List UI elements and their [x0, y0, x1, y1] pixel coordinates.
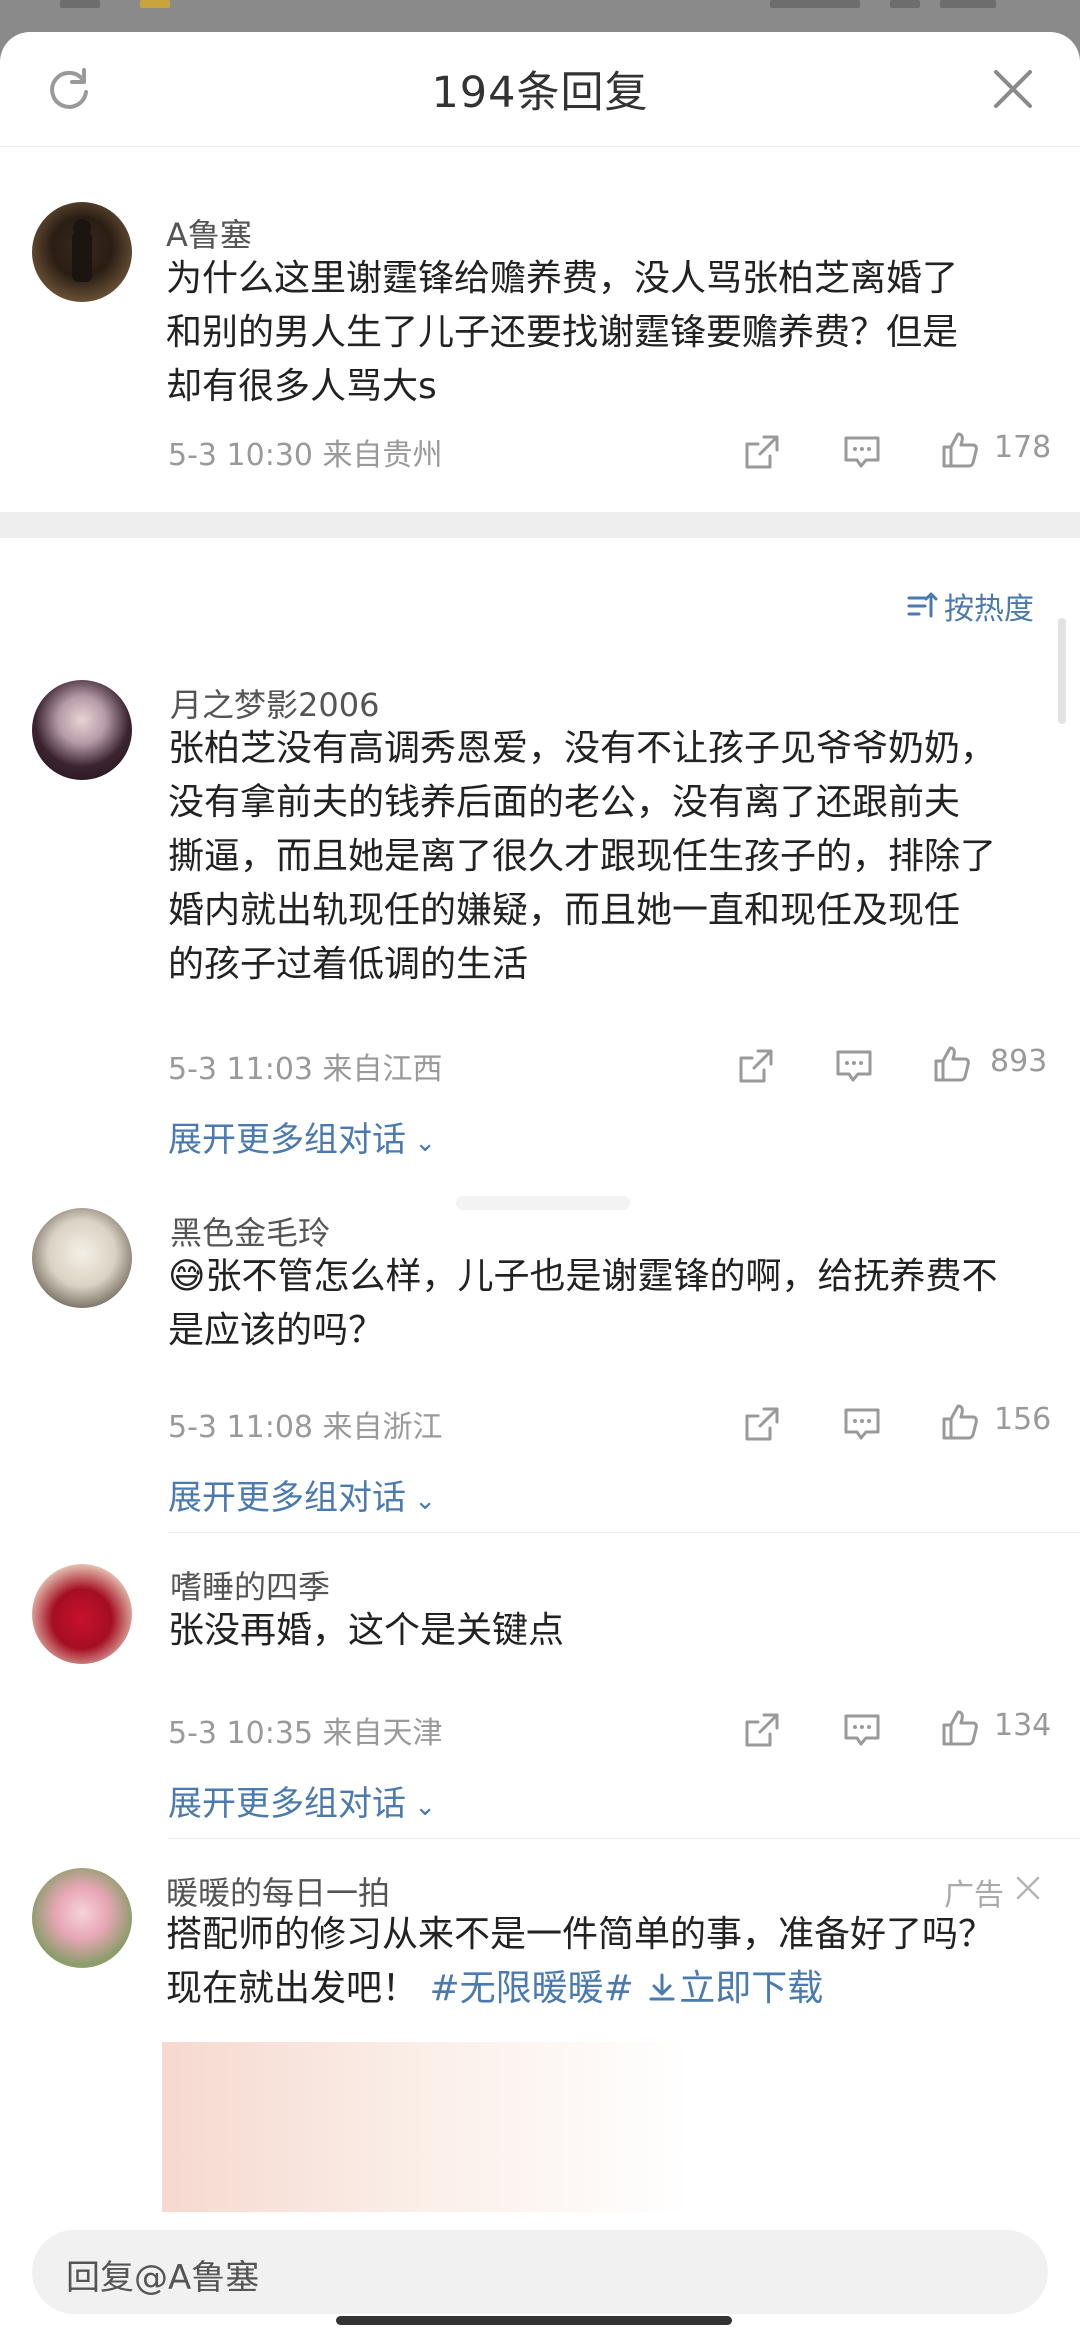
chevron-down-icon: ⌄: [406, 1486, 437, 1516]
status-bar: [0, 0, 1080, 32]
reply-input[interactable]: 回复@A鲁塞: [32, 2230, 1048, 2314]
like-count: 156: [994, 1402, 1052, 1437]
comment-line: 张柏芝没有高调秀恩爱，没有不让孩子见爷爷奶奶，: [168, 728, 997, 769]
username[interactable]: A鲁塞: [166, 210, 252, 256]
comment-text: 张没再婚，这个是关键点: [168, 1604, 1068, 1658]
like-count: 178: [994, 430, 1052, 465]
avatar[interactable]: [32, 1564, 132, 1664]
comment-line: 撕逼，而且她是离了很久才跟现任生孩子的，排除了: [168, 836, 997, 877]
avatar-figure-icon: [72, 219, 92, 282]
comment-meta: 5-3 11:08 来自浙江: [168, 1410, 443, 1445]
username[interactable]: 黑色金毛玲: [170, 1208, 330, 1254]
like-icon[interactable]: [940, 1708, 980, 1748]
download-icon: [649, 1973, 675, 2001]
expand-conversation-link[interactable]: 展开更多组对话 ⌄: [168, 1470, 436, 1519]
ad-text: 搭配师的修习从来不是一件简单的事，准备好了吗？ 现在就出发吧！ #无限暖暖# 立…: [166, 1908, 1066, 2016]
avatar[interactable]: [32, 202, 132, 302]
comment-line: 婚内就出轨现任的嫌疑，而且她一直和现任及现任: [168, 890, 961, 931]
close-icon[interactable]: [992, 68, 1034, 110]
comment-icon[interactable]: [842, 432, 882, 472]
wifi-icon: [890, 0, 920, 8]
page-title: 194条回复: [431, 68, 649, 118]
comment-line: 为什么这里谢霆锋给赡养费，没人骂张柏芝离婚了: [166, 258, 959, 299]
comment-meta: 5-3 11:03 来自江西: [168, 1052, 443, 1087]
username[interactable]: 月之梦影2006: [170, 680, 379, 726]
like-icon[interactable]: [940, 1402, 980, 1442]
share-icon[interactable]: [742, 432, 782, 472]
signal-icon: [770, 0, 860, 8]
chevron-down-icon: ⌄: [406, 1792, 437, 1822]
replies-sheet: 194条回复 A鲁塞 为什么这里谢霆锋给赡养费，没人骂张柏芝离婚了 和别的男人生…: [0, 32, 1080, 2341]
status-emoji-fragment: [140, 0, 170, 8]
comment-meta: 5-3 10:35 来自天津: [168, 1716, 443, 1751]
comment-text: 张柏芝没有高调秀恩爱，没有不让孩子见爷爷奶奶， 没有拿前夫的钱养后面的老公，没有…: [168, 722, 1068, 992]
home-indicator[interactable]: [336, 2316, 732, 2325]
battery-icon: [940, 0, 996, 8]
avatar[interactable]: [32, 1868, 132, 1968]
expand-label: 展开更多组对话: [168, 1478, 406, 1518]
ad-line: 现在就出发吧！ #无限暖暖# 立即下载: [166, 1962, 1066, 2016]
status-time-fragment: [60, 0, 100, 8]
expand-conversation-link[interactable]: 展开更多组对话 ⌄: [168, 1776, 436, 1825]
comment-icon[interactable]: [842, 1710, 882, 1750]
sheet-header: 194条回复: [0, 32, 1080, 147]
expand-label: 展开更多组对话: [168, 1120, 406, 1160]
section-gap: [0, 512, 1080, 538]
like-count: 134: [994, 1708, 1052, 1743]
divider: [168, 1532, 1080, 1533]
share-icon[interactable]: [742, 1404, 782, 1444]
sort-icon[interactable]: [906, 588, 940, 622]
comment-line: 张没再婚，这个是关键点: [168, 1610, 565, 1651]
like-icon[interactable]: [932, 1044, 972, 1084]
comment-icon[interactable]: [834, 1046, 874, 1086]
chevron-down-icon: ⌄: [406, 1128, 437, 1158]
expand-conversation-link[interactable]: 展开更多组对话 ⌄: [168, 1112, 436, 1161]
download-link[interactable]: 立即下载: [645, 1968, 823, 2009]
sort-by-hot-button[interactable]: 按热度: [944, 584, 1034, 628]
share-icon[interactable]: [742, 1710, 782, 1750]
share-icon[interactable]: [736, 1046, 776, 1086]
ad-line: 搭配师的修习从来不是一件简单的事，准备好了吗？: [166, 1914, 995, 1955]
ad-line-text: 现在就出发吧！: [166, 1968, 419, 2009]
username[interactable]: 嗜睡的四季: [170, 1562, 330, 1608]
scrollbar[interactable]: [1058, 618, 1066, 724]
like-count: 893: [990, 1044, 1048, 1079]
comment-line: 没有拿前夫的钱养后面的老公，没有离了还跟前夫: [168, 782, 961, 823]
comment-line: 😅张不管怎么样，儿子也是谢霆锋的啊，给抚养费不: [168, 1256, 998, 1297]
comment-icon[interactable]: [842, 1404, 882, 1444]
avatar[interactable]: [32, 1208, 132, 1308]
comment-text: 😅张不管怎么样，儿子也是谢霆锋的啊，给抚养费不 是应该的吗？: [168, 1250, 1068, 1358]
reply-placeholder: 回复@A鲁塞: [66, 2258, 260, 2298]
loading-placeholder: [456, 1196, 630, 1210]
expand-label: 展开更多组对话: [168, 1784, 406, 1824]
download-label: 立即下载: [679, 1968, 824, 2009]
ad-image[interactable]: [162, 2042, 1042, 2212]
comment-line: 是应该的吗？: [168, 1310, 385, 1351]
avatar[interactable]: [32, 680, 132, 780]
comment-meta: 5-3 10:30 来自贵州: [168, 438, 443, 473]
comment-line: 却有很多人骂大s: [166, 366, 437, 407]
comment-line: 和别的男人生了儿子还要找谢霆锋要赡养费？但是: [166, 312, 959, 353]
ad-close-icon[interactable]: [1014, 1874, 1042, 1902]
hashtag-link[interactable]: #无限暖暖#: [429, 1968, 633, 2009]
root-comment: A鲁塞 为什么这里谢霆锋给赡养费，没人骂张柏芝离婚了 和别的男人生了儿子还要找谢…: [0, 146, 1080, 512]
divider: [168, 1838, 1080, 1839]
comment-text: 为什么这里谢霆锋给赡养费，没人骂张柏芝离婚了 和别的男人生了儿子还要找谢霆锋要赡…: [166, 252, 1066, 414]
like-icon[interactable]: [940, 430, 980, 470]
comment-line: 的孩子过着低调的生活: [168, 944, 529, 985]
